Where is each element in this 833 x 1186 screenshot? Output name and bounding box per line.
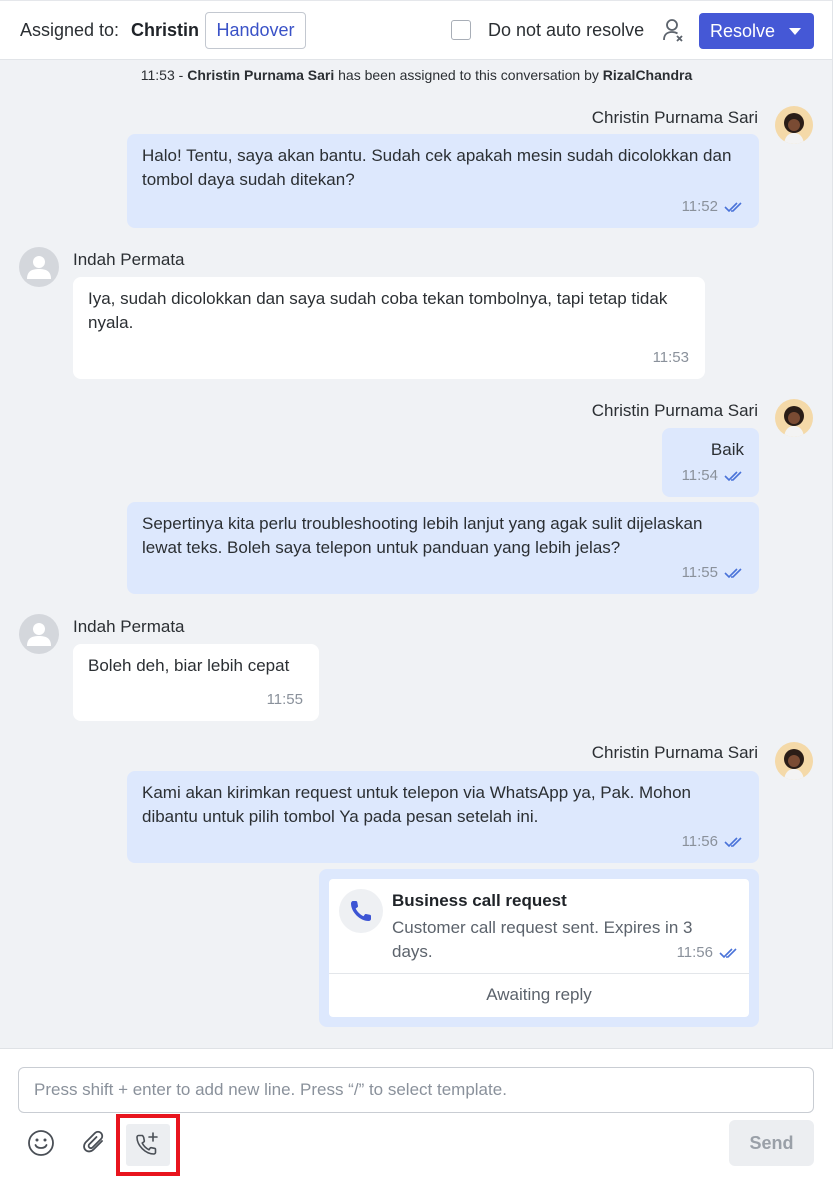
resolve-label[interactable]: Resolve [710, 21, 775, 42]
user-x-icon[interactable] [662, 18, 684, 44]
call-request-status: Awaiting reply [486, 985, 592, 1004]
assigned-to-label: Assigned to: [20, 20, 120, 40]
assignment-system-message: 11:53 - Christin Purnama Sari has been a… [0, 67, 833, 83]
message-time: 11:55 [681, 564, 718, 581]
message-time: 11:56 [681, 833, 718, 850]
message-meta: 11:55 [682, 561, 744, 585]
message-text: Kami akan kirimkan request untuk telepon… [142, 783, 692, 826]
double-check-icon [724, 568, 742, 579]
call-request-button[interactable] [116, 1114, 180, 1176]
system-text: has been assigned to this conversation b… [338, 67, 599, 83]
message-text: Iya, sudah dicolokkan dan saya sudah cob… [88, 289, 668, 332]
message-bubble: Boleh deh, biar lebih cepat 11:55 [73, 644, 319, 721]
avatar-placeholder-icon [27, 623, 51, 646]
sender-name: Indah Permata [73, 250, 185, 269]
system-assigner-name: RizalChandra [602, 67, 693, 83]
message-meta: 11:56 [677, 944, 739, 961]
message-bubble: Sepertinya kita perlu troubleshooting le… [127, 502, 759, 594]
double-check-icon [724, 837, 742, 848]
sender-name: Christin Purnama Sari [591, 743, 758, 762]
message-bubble: Halo! Tentu, saya akan bantu. Sudah cek … [127, 134, 759, 228]
handover-button[interactable]: Handover [205, 12, 306, 49]
agent-avatar [775, 742, 813, 780]
message-time: 11:53 [652, 349, 689, 366]
message-time: 11:56 [676, 944, 713, 961]
call-request-message: Business call request Customer call requ… [319, 869, 759, 1027]
double-check-icon [724, 202, 742, 213]
call-request-title: Business call request [392, 891, 567, 910]
system-separator: - [178, 67, 184, 83]
message-meta: 11:52 [682, 195, 744, 219]
agent-avatar [775, 106, 813, 144]
phone-plus-icon[interactable] [126, 1124, 170, 1166]
sender-name: Christin Purnama Sari [591, 401, 758, 420]
customer-avatar [19, 247, 59, 287]
message-time: 11:54 [681, 467, 718, 484]
message-meta: 11:55 [267, 688, 303, 712]
system-agent-name: Christin Purnama Sari [187, 67, 335, 83]
double-check-icon [724, 471, 742, 482]
send-button[interactable]: Send [729, 1120, 814, 1166]
divider [329, 973, 749, 974]
message-text: Baik [710, 440, 744, 459]
message-time: 11:55 [266, 691, 303, 708]
chevron-down-icon[interactable] [789, 28, 801, 35]
resolve-button[interactable]: Resolve [699, 13, 814, 49]
customer-avatar [19, 614, 59, 654]
sender-name: Indah Permata [73, 617, 185, 636]
message-input[interactable] [18, 1067, 814, 1113]
do-not-auto-resolve-label[interactable]: Do not auto resolve [488, 20, 644, 41]
sender-name: Christin Purnama Sari [591, 108, 758, 127]
assignee-name: Christin [131, 20, 200, 40]
avatar-placeholder-icon [27, 256, 51, 279]
message-text: Sepertinya kita perlu troubleshooting le… [142, 514, 703, 557]
message-meta: 11:56 [682, 830, 744, 854]
call-request-button-inner[interactable] [126, 1124, 170, 1166]
message-meta: 11:53 [653, 346, 689, 370]
chat-area: 11:53 - Christin Purnama Sari has been a… [0, 60, 833, 1048]
conversation-header: Assigned to: Christin Handover Do not au… [0, 0, 833, 60]
emoji-icon[interactable] [26, 1128, 56, 1158]
message-text: Boleh deh, biar lebih cepat [88, 656, 290, 675]
call-icon-badge [339, 889, 383, 933]
do-not-auto-resolve-checkbox[interactable] [451, 20, 471, 40]
system-time: 11:53 [140, 67, 175, 83]
message-bubble: Baik 11:54 [662, 428, 759, 497]
message-bubble: Kami akan kirimkan request untuk telepon… [127, 771, 759, 863]
double-check-icon [719, 947, 737, 958]
agent-avatar [775, 399, 813, 437]
message-time: 11:52 [681, 198, 718, 215]
message-bubble: Iya, sudah dicolokkan dan saya sudah cob… [73, 277, 705, 379]
message-meta: 11:54 [682, 464, 744, 488]
call-request-card: Business call request Customer call requ… [329, 879, 749, 1017]
phone-icon [351, 901, 371, 921]
paperclip-icon[interactable] [80, 1128, 110, 1158]
message-text: Halo! Tentu, saya akan bantu. Sudah cek … [142, 146, 732, 189]
